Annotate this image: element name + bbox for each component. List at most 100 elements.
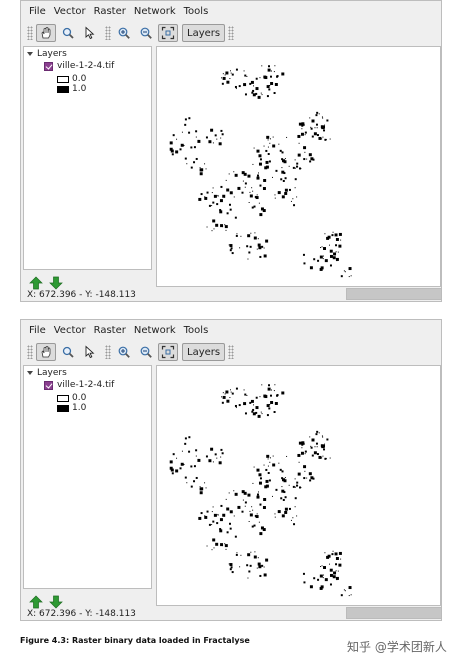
- raster-pixel: [208, 140, 212, 144]
- zoom-tool-button[interactable]: [58, 24, 78, 42]
- map-canvas[interactable]: [156, 46, 441, 287]
- map-canvas[interactable]: [156, 365, 441, 606]
- layer-item[interactable]: ville-1-2-4.tif: [44, 61, 114, 71]
- raster-pixel: [195, 449, 198, 452]
- menu-tools[interactable]: Tools: [180, 325, 213, 336]
- raster-pixel: [323, 247, 327, 251]
- move-down-arrow-icon[interactable]: [49, 276, 63, 290]
- layer-visibility-checkbox[interactable]: [44, 380, 53, 390]
- raster-pixel: [256, 149, 260, 153]
- select-tool-button[interactable]: [80, 24, 100, 42]
- expand-caret-icon[interactable]: [27, 52, 33, 56]
- raster-pixel: [229, 244, 233, 248]
- menu-file[interactable]: File: [25, 6, 50, 17]
- raster-pixel: [260, 92, 262, 94]
- raster-pixel: [212, 219, 216, 223]
- toolbar-grip[interactable]: [228, 345, 235, 359]
- raster-pixel: [226, 508, 228, 510]
- raster-pixel: [320, 566, 322, 568]
- zoom-in-button[interactable]: [114, 343, 134, 361]
- menu-file[interactable]: File: [25, 325, 50, 336]
- menu-tools[interactable]: Tools: [180, 6, 213, 17]
- raster-pixel: [319, 255, 323, 259]
- layers-toggle-button[interactable]: Layers: [182, 24, 226, 42]
- raster-pixel: [284, 177, 287, 180]
- raster-pixel: [224, 393, 226, 395]
- raster-pixel: [265, 160, 269, 164]
- menu-bar: File Vector Raster Network Tools: [21, 320, 441, 340]
- move-down-arrow-icon[interactable]: [49, 595, 63, 609]
- raster-pixel: [258, 246, 262, 250]
- zoom-in-icon: [118, 346, 130, 358]
- raster-pixel: [241, 510, 244, 513]
- raster-pixel: [324, 124, 326, 126]
- raster-pixel: [224, 544, 228, 548]
- raster-pixel: [225, 498, 227, 500]
- raster-pixel: [190, 166, 193, 169]
- zoom-full-button[interactable]: [158, 24, 178, 42]
- pan-hand-icon: [41, 27, 51, 39]
- layers-toggle-button[interactable]: Layers: [182, 343, 226, 361]
- expand-caret-icon[interactable]: [27, 371, 33, 375]
- raster-pixel: [302, 253, 305, 256]
- pan-tool-button[interactable]: [36, 343, 56, 361]
- zoom-out-button[interactable]: [136, 24, 156, 42]
- layer-item[interactable]: ville-1-2-4.tif: [44, 380, 114, 390]
- raster-pixel: [214, 134, 217, 137]
- raster-pixel: [218, 142, 222, 146]
- toolbar-grip[interactable]: [228, 26, 235, 40]
- layers-root[interactable]: Layers: [27, 368, 67, 378]
- raster-pixel: [270, 138, 271, 140]
- raster-pixel: [343, 589, 345, 591]
- raster-pixel: [329, 457, 331, 459]
- raster-pixel: [281, 489, 285, 493]
- toolbar-grip[interactable]: [105, 26, 111, 40]
- raster-pixel: [335, 563, 338, 566]
- raster-pixel: [250, 232, 252, 234]
- raster-pixel: [321, 435, 323, 437]
- zoom-full-button[interactable]: [158, 343, 178, 361]
- raster-pixel: [205, 455, 208, 458]
- move-up-arrow-icon[interactable]: [29, 276, 43, 290]
- toolbar-grip[interactable]: [27, 345, 33, 359]
- raster-pixel: [181, 450, 183, 452]
- raster-pixel: [267, 153, 270, 155]
- raster-pixel: [179, 467, 182, 470]
- menu-network[interactable]: Network: [130, 325, 180, 336]
- raster-pixel: [294, 486, 296, 488]
- raster-pixel: [348, 276, 350, 278]
- raster-pixel: [311, 135, 314, 138]
- raster-pixel: [310, 127, 313, 130]
- raster-pixel: [321, 565, 323, 567]
- select-tool-button[interactable]: [80, 343, 100, 361]
- menu-raster[interactable]: Raster: [90, 325, 130, 336]
- raster-pixel: [258, 473, 262, 477]
- layers-root[interactable]: Layers: [27, 49, 67, 59]
- menu-vector[interactable]: Vector: [50, 325, 90, 336]
- raster-pixel: [317, 578, 320, 581]
- toolbar-grip[interactable]: [27, 26, 33, 40]
- zoom-out-button[interactable]: [136, 343, 156, 361]
- raster-pixel: [233, 515, 235, 517]
- raster-pixel: [277, 510, 281, 514]
- raster-pixel: [256, 468, 260, 472]
- raster-pixel: [199, 167, 201, 169]
- menu-network[interactable]: Network: [130, 6, 180, 17]
- raster-pixel: [304, 470, 306, 472]
- raster-pixel: [242, 499, 244, 501]
- raster-pixel: [224, 225, 228, 229]
- zoom-in-button[interactable]: [114, 24, 134, 42]
- move-up-arrow-icon[interactable]: [29, 595, 43, 609]
- raster-pixel: [273, 71, 275, 73]
- raster-pixel: [169, 460, 173, 464]
- raster-pixel: [188, 117, 191, 120]
- raster-pixel: [226, 189, 228, 191]
- zoom-tool-button[interactable]: [58, 343, 78, 361]
- layer-visibility-checkbox[interactable]: [44, 61, 53, 71]
- menu-vector[interactable]: Vector: [50, 6, 90, 17]
- menu-raster[interactable]: Raster: [90, 6, 130, 17]
- raster-pixel: [256, 176, 260, 180]
- raster-pixel: [271, 176, 273, 178]
- pan-tool-button[interactable]: [36, 24, 56, 42]
- toolbar-grip[interactable]: [105, 345, 111, 359]
